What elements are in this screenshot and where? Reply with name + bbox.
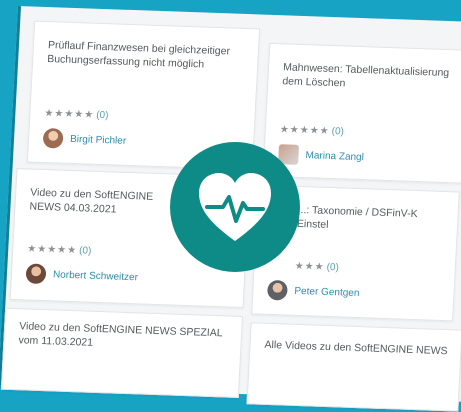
article-card[interactable]: Video zu den SoftENGINE NEWS SPEZIAL vom… (0, 307, 244, 398)
star-rating[interactable]: ★★★(0) (294, 261, 339, 274)
article-title[interactable]: Alle Videos zu den SoftENGINE NEWS (264, 338, 451, 358)
article-title[interactable]: Prüflauf Finanzwesen bei gleichzeitiger … (47, 38, 248, 73)
avatar (42, 127, 64, 149)
article-title[interactable]: Video zu den SoftENGINE NEWS 04.03.2021 (29, 186, 158, 218)
stars-icon: ★★★★★ (27, 243, 78, 257)
stars-icon: ★★★★★ (279, 124, 330, 137)
author-name[interactable]: Norbert Schweitzer (53, 269, 139, 283)
article-card[interactable]: Mahnwesen: Tabellenaktualisierung dem Lö… (262, 42, 461, 184)
article-title[interactable]: ...: Taxonomie / DSFinV-K Einstel (297, 203, 448, 236)
star-rating[interactable]: ★★★★★(0) (280, 124, 345, 137)
article-title[interactable]: Video zu den SoftENGINE NEWS SPEZIAL vom… (18, 319, 231, 354)
star-rating[interactable]: ★★★★★(0) (27, 243, 92, 256)
author[interactable]: Peter Gentgen (266, 279, 360, 303)
star-rating[interactable]: ★★★★★(0) (44, 108, 109, 121)
author[interactable]: Birgit Pichler (42, 127, 127, 151)
article-title[interactable]: Mahnwesen: Tabellenaktualisierung dem Lö… (282, 60, 459, 94)
rating-count: (0) (326, 261, 340, 274)
stars-icon: ★★★ (294, 260, 325, 273)
heart-pulse-icon (199, 173, 271, 241)
author[interactable]: Marina Zangl (278, 144, 364, 167)
rating-count: (0) (78, 245, 92, 257)
author-name[interactable]: Marina Zangl (305, 150, 364, 163)
article-card[interactable]: Alle Videos zu den SoftENGINE NEWS (246, 322, 461, 412)
author[interactable]: Norbert Schweitzer (25, 263, 138, 287)
stars-icon: ★★★★★ (44, 107, 95, 121)
rating-count: (0) (95, 109, 109, 122)
author-name[interactable]: Peter Gentgen (294, 285, 360, 298)
rating-count: (0) (331, 126, 345, 138)
author-name[interactable]: Birgit Pichler (70, 133, 127, 146)
health-badge (170, 142, 300, 272)
avatar (266, 279, 288, 301)
avatar (25, 263, 47, 285)
